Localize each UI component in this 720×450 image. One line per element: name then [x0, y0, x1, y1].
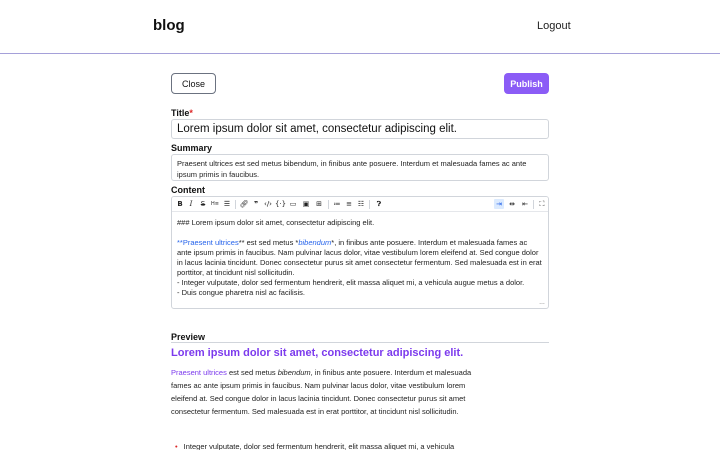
- italic-icon[interactable]: I: [186, 199, 196, 209]
- help-icon[interactable]: ❓︎: [374, 199, 384, 209]
- preview-list-item: • Integer vulputate, dolor sed fermentum …: [175, 442, 454, 450]
- editor-list-item: - Duis congue pharetra nisl ac facilisis…: [177, 288, 305, 297]
- required-mark: *: [189, 108, 193, 118]
- link-icon[interactable]: 🔗︎: [239, 199, 249, 209]
- code-block-icon[interactable]: {·}: [275, 199, 286, 209]
- md-text: ** est sed metus *: [238, 238, 299, 247]
- preview-divider: [171, 342, 549, 343]
- toolbar-divider: [328, 200, 329, 209]
- title-input[interactable]: [171, 119, 549, 139]
- editor-toolbar: B I S H≡ ☰ 🔗︎ ❞ ‹/› {·} ▭ ▣ ⊞ ≔ ≡ ☷ ❓︎ ⇥…: [172, 197, 548, 212]
- preview-paragraph: Praesent ultrices est sed metus bibendum…: [171, 366, 481, 418]
- split-view-icon[interactable]: ⇥: [494, 199, 504, 209]
- toolbar-divider: [235, 200, 236, 209]
- summary-label: Summary: [171, 143, 213, 153]
- preview-bold-text: Praesent ultrices: [171, 368, 227, 377]
- fullscreen-icon[interactable]: ⛶: [537, 199, 547, 209]
- hr-icon[interactable]: ☰: [222, 199, 232, 209]
- code-icon[interactable]: ‹/›: [263, 199, 273, 209]
- preview-title: Lorem ipsum dolor sit amet, consectetur …: [171, 347, 464, 359]
- ordered-list-icon[interactable]: ≡: [344, 199, 354, 209]
- bold-icon[interactable]: B: [175, 199, 185, 209]
- top-nav: blog Logout: [0, 0, 720, 54]
- edit-only-icon[interactable]: ⇤: [520, 199, 530, 209]
- content-label: Content: [171, 185, 205, 195]
- preview-list-text: Integer vulputate, dolor sed fermentum h…: [183, 442, 455, 450]
- resize-handle-icon[interactable]: …: [539, 300, 545, 306]
- summary-input[interactable]: Praesent ultrices est sed metus bibendum…: [171, 154, 549, 181]
- title-label-text: Title: [171, 108, 190, 118]
- title-label: Title*: [171, 108, 193, 118]
- quote-icon[interactable]: ❞: [251, 199, 261, 209]
- editor-blank-line: [177, 228, 543, 238]
- unordered-list-icon[interactable]: ≔: [332, 199, 342, 209]
- preview-label: Preview: [171, 332, 206, 342]
- editor-text[interactable]: ### Lorem ipsum dolor sit amet, consecte…: [177, 218, 543, 298]
- heading-icon[interactable]: H≡: [210, 199, 220, 209]
- markdown-editor[interactable]: B I S H≡ ☰ 🔗︎ ❞ ‹/› {·} ▭ ▣ ⊞ ≔ ≡ ☷ ❓︎ ⇥…: [171, 196, 549, 309]
- close-button[interactable]: Close: [171, 73, 216, 94]
- preview-italic-text: bibendum: [277, 368, 311, 377]
- site-brand[interactable]: blog: [153, 17, 185, 34]
- bullet-icon: •: [175, 442, 178, 450]
- preview-icon[interactable]: ⇹: [507, 199, 517, 209]
- comment-icon[interactable]: ▭: [288, 199, 298, 209]
- publish-button[interactable]: Publish: [504, 73, 549, 94]
- image-icon[interactable]: ▣: [301, 199, 311, 209]
- strikethrough-icon[interactable]: S: [198, 199, 208, 209]
- md-italic-text: bibendum: [298, 238, 332, 247]
- preview-text: est sed metus: [226, 368, 278, 377]
- logout-link[interactable]: Logout: [537, 20, 571, 32]
- toolbar-divider: [369, 200, 370, 209]
- editor-list-item: - Integer vulputate, dolor sed fermentum…: [177, 278, 525, 287]
- editor-line-heading: ### Lorem ipsum dolor sit amet, consecte…: [177, 218, 375, 227]
- editor-paragraph: **Praesent ultrices** est sed metus *bib…: [177, 238, 543, 278]
- table-icon[interactable]: ⊞: [314, 199, 324, 209]
- toolbar-divider: [533, 200, 534, 209]
- checklist-icon[interactable]: ☷: [356, 199, 366, 209]
- md-bold-text: Praesent ultrices: [182, 238, 239, 247]
